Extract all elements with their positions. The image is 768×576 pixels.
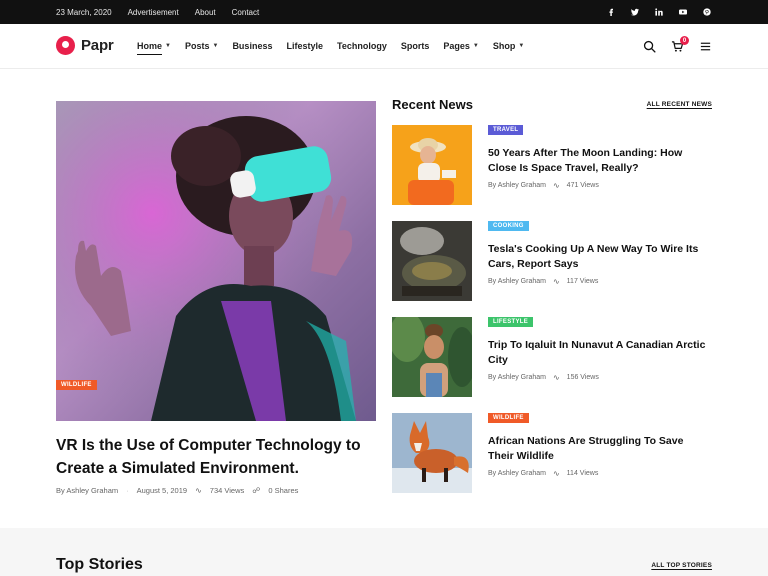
nav-item-home[interactable]: Home ▼ bbox=[137, 41, 171, 55]
top-stories-heading: Top Stories bbox=[56, 556, 143, 573]
featured-title[interactable]: VR Is the Use of Computer Technology to … bbox=[56, 434, 376, 480]
news-thumbnail[interactable] bbox=[392, 221, 472, 301]
view-count: 117 Views bbox=[566, 278, 599, 285]
nav-item-business[interactable]: Business bbox=[232, 41, 272, 51]
nav-item-technology[interactable]: Technology bbox=[337, 41, 387, 51]
recent-news-heading: Recent News bbox=[392, 97, 473, 112]
top-link-about[interactable]: About bbox=[195, 8, 216, 17]
wildlife-photo bbox=[392, 413, 472, 493]
nav-item-lifestyle[interactable]: Lifestyle bbox=[286, 41, 323, 51]
nav-item-label: Posts bbox=[184, 41, 210, 51]
activity-icon: ∿ bbox=[195, 486, 202, 495]
twitter-icon[interactable] bbox=[630, 7, 640, 17]
news-meta: By Ashley Graham ∿ 156 Views bbox=[488, 373, 599, 382]
author[interactable]: By Ashley Graham bbox=[488, 374, 546, 381]
featured-article: WILDLIFE VR Is the Use of Computer Techn… bbox=[56, 101, 376, 495]
cart-icon[interactable]: 0 bbox=[670, 36, 689, 53]
news-title[interactable]: African Nations Are Struggling To Save T… bbox=[488, 434, 712, 464]
nav-item-label: Sports bbox=[400, 41, 430, 51]
top-link-contact[interactable]: Contact bbox=[232, 8, 260, 17]
news-title[interactable]: Trip To Iqaluit In Nunavut A Canadian Ar… bbox=[488, 338, 712, 368]
vr-person-illustration bbox=[56, 101, 376, 421]
news-meta: By Ashley Graham ∿ 471 Views bbox=[488, 181, 599, 190]
chevron-down-icon: ▼ bbox=[472, 43, 479, 49]
view-count: 734 Views bbox=[209, 486, 245, 495]
all-recent-news-link[interactable]: ALL RECENT NEWS bbox=[647, 101, 712, 108]
logo-text: Papr bbox=[81, 37, 114, 54]
nav-item-shop[interactable]: Shop ▼ bbox=[493, 41, 524, 51]
author[interactable]: By Ashley Graham bbox=[56, 486, 118, 495]
news-thumbnail[interactable] bbox=[392, 125, 472, 205]
view-count: 114 Views bbox=[566, 470, 599, 477]
travel-photo bbox=[392, 125, 472, 205]
nav-item-sports[interactable]: Sports bbox=[401, 41, 430, 51]
pinterest-icon[interactable] bbox=[702, 7, 712, 17]
news-item: WILDLIFE African Nations Are Struggling … bbox=[392, 413, 712, 493]
cart-count-badge: 0 bbox=[680, 36, 689, 45]
author[interactable]: By Ashley Graham bbox=[488, 182, 546, 189]
author[interactable]: By Ashley Graham bbox=[488, 470, 546, 477]
news-thumbnail[interactable] bbox=[392, 413, 472, 493]
nav-item-label: Lifestyle bbox=[286, 41, 323, 51]
hamburger-menu-icon[interactable] bbox=[698, 39, 712, 53]
news-item: LIFESTYLE Trip To Iqaluit In Nunavut A C… bbox=[392, 317, 712, 397]
facebook-icon[interactable] bbox=[606, 7, 616, 17]
chevron-down-icon: ▼ bbox=[518, 43, 525, 49]
news-meta: By Ashley Graham ∿ 114 Views bbox=[488, 469, 598, 478]
news-title[interactable]: 50 Years After The Moon Landing: How Clo… bbox=[488, 146, 712, 176]
featured-image[interactable]: WILDLIFE bbox=[56, 101, 376, 421]
site-logo[interactable]: Papr bbox=[56, 36, 114, 55]
social-links bbox=[606, 0, 712, 24]
category-badge[interactable]: WILDLIFE bbox=[56, 380, 97, 390]
news-item: COOKING Tesla's Cooking Up A New Way To … bbox=[392, 221, 712, 301]
top-link-advertisement[interactable]: Advertisement bbox=[128, 8, 179, 17]
author[interactable]: By Ashley Graham bbox=[488, 278, 546, 285]
share-icon[interactable]: ☍ bbox=[252, 486, 260, 495]
top-bar-date: 23 March, 2020 bbox=[56, 7, 112, 17]
chevron-down-icon: ▼ bbox=[212, 43, 219, 49]
youtube-icon[interactable] bbox=[678, 7, 688, 17]
nav-item-posts[interactable]: Posts ▼ bbox=[185, 41, 218, 51]
news-title[interactable]: Tesla's Cooking Up A New Way To Wire Its… bbox=[488, 242, 712, 272]
nav-item-label: Technology bbox=[336, 41, 387, 51]
category-badge[interactable]: WILDLIFE bbox=[488, 413, 529, 423]
view-count: 156 Views bbox=[566, 374, 599, 381]
lifestyle-photo bbox=[392, 317, 472, 397]
featured-meta: By Ashley Graham · August 5, 2019 ∿ 734 … bbox=[56, 486, 298, 495]
cooking-photo bbox=[392, 221, 472, 301]
nav-item-pages[interactable]: Pages ▼ bbox=[443, 41, 478, 51]
activity-icon: ∿ bbox=[552, 181, 560, 190]
news-thumbnail[interactable] bbox=[392, 317, 472, 397]
nav-icons: 0 bbox=[642, 24, 712, 68]
logo-icon bbox=[56, 36, 75, 55]
category-badge[interactable]: LIFESTYLE bbox=[488, 317, 534, 327]
news-item: TRAVEL 50 Years After The Moon Landing: … bbox=[392, 125, 712, 205]
post-date: August 5, 2019 bbox=[136, 486, 188, 495]
view-count: 471 Views bbox=[566, 182, 599, 189]
activity-icon: ∿ bbox=[552, 373, 560, 382]
share-count: 0 Shares bbox=[268, 486, 299, 495]
linkedin-icon[interactable] bbox=[654, 7, 664, 17]
all-top-stories-link[interactable]: ALL TOP STORIES bbox=[651, 562, 712, 569]
nav-item-label: Pages bbox=[443, 41, 470, 51]
nav-item-label: Home bbox=[137, 41, 163, 51]
category-badge[interactable]: COOKING bbox=[488, 221, 529, 231]
news-meta: By Ashley Graham ∿ 117 Views bbox=[488, 277, 598, 286]
top-bar-left: 23 March, 2020 Advertisement About Conta… bbox=[56, 0, 259, 24]
nav-item-label: Shop bbox=[492, 41, 516, 51]
chevron-down-icon: ▼ bbox=[165, 43, 171, 49]
search-icon[interactable] bbox=[642, 39, 656, 53]
activity-icon: ∿ bbox=[552, 469, 560, 478]
activity-icon: ∿ bbox=[552, 277, 560, 286]
nav-item-label: Business bbox=[232, 41, 273, 51]
top-bar: 23 March, 2020 Advertisement About Conta… bbox=[0, 0, 768, 24]
main-navigation: Papr Home ▼ Posts ▼ Business Lifestyle Tec… bbox=[0, 24, 768, 69]
category-badge[interactable]: TRAVEL bbox=[488, 125, 524, 135]
nav-menu: Home ▼ Posts ▼ Business Lifestyle Technolo… bbox=[137, 24, 524, 68]
separator-dot: · bbox=[126, 486, 129, 495]
